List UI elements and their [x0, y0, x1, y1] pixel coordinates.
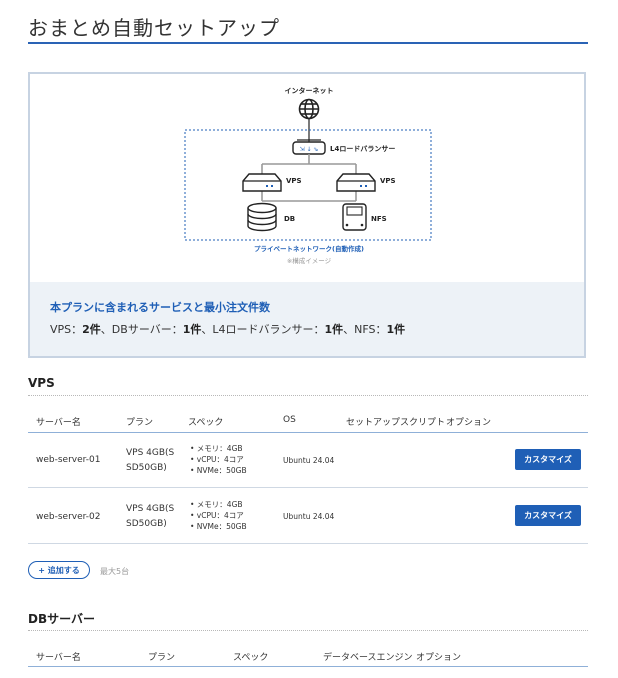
- vps1-label: VPS: [286, 177, 302, 185]
- col-spec: スペック: [233, 653, 269, 663]
- db-count: 1件: [182, 323, 202, 336]
- database-icon: [247, 202, 277, 232]
- spec-storage: • NVMe：50GB: [190, 522, 247, 531]
- plan-summary: 本プランに含まれるサービスと最小注文件数 VPS：2件、DBサーバー：1件、L4…: [50, 299, 405, 337]
- vps-server-icon: [336, 173, 376, 192]
- spec-storage: • NVMe：50GB: [190, 466, 247, 475]
- col-plan: プラン: [148, 653, 176, 663]
- lb-label: L4ロードバランサー: [330, 145, 395, 153]
- os-value: Ubuntu 24.04: [283, 456, 335, 465]
- nfs-count: 1件: [386, 323, 406, 336]
- plan-name-line: SD50GB): [126, 463, 167, 473]
- vps-server-icon: [242, 173, 282, 192]
- col-db-engine: データベースエンジン: [323, 653, 413, 663]
- page-title: おまとめ自動セットアップ: [28, 16, 280, 40]
- network-diagram: インターネット ⇲ ↓ ⇘ L4ロードバランサー VPS VPS DB NFS …: [30, 74, 584, 282]
- spec-memory: • メモリ：4GB: [190, 500, 243, 509]
- diagram-caption: ※構成イメージ: [287, 256, 332, 265]
- plan-summary-heading: 本プランに含まれるサービスと最小注文件数: [50, 301, 270, 314]
- server-name: web-server-02: [36, 512, 101, 522]
- col-setup-script: セットアップスクリプト: [346, 418, 446, 428]
- table-header-rule: [28, 432, 588, 433]
- customize-button[interactable]: カスタマイズ: [515, 449, 581, 470]
- row-divider: [28, 543, 588, 544]
- internet-label: インターネット: [285, 86, 334, 95]
- network-diagram-svg: インターネット ⇲ ↓ ⇘ L4ロードバランサー VPS VPS DB NFS …: [184, 86, 432, 265]
- svg-text:⇲ ↓ ⇘: ⇲ ↓ ⇘: [300, 146, 319, 153]
- plan-name: VPS 4GB(S SD50GB): [126, 446, 186, 476]
- spec-vcpu: • vCPU：4コア: [190, 455, 244, 464]
- private-network-label: プライベートネットワーク(自動作成): [254, 244, 364, 253]
- plan-summary-counts: VPS：2件、DBサーバー：1件、L4ロードバランサー：1件、NFS：1件: [50, 321, 405, 337]
- db-count-label: 、DBサーバー：: [100, 323, 183, 336]
- col-server-name: サーバー名: [36, 653, 81, 663]
- col-option: オプション: [446, 418, 492, 428]
- nfs-count-label: 、NFS：: [343, 323, 387, 336]
- plan-name-line: VPS 4GB(S: [126, 448, 175, 458]
- configuration-panel: インターネット ⇲ ↓ ⇘ L4ロードバランサー VPS VPS DB NFS …: [28, 72, 586, 358]
- vps2-label: VPS: [380, 177, 396, 185]
- col-plan: プラン: [126, 418, 154, 428]
- plan-name-line: SD50GB): [126, 519, 167, 529]
- section-divider: [28, 630, 588, 631]
- col-server-name: サーバー名: [36, 418, 81, 428]
- max-servers-note: 最大5台: [100, 567, 130, 576]
- plan-name-line: VPS 4GB(S: [126, 504, 175, 514]
- spec-list: • メモリ：4GB • vCPU：4コア • NVMe：50GB: [190, 499, 247, 532]
- os-value: Ubuntu 24.04: [283, 512, 335, 521]
- col-option: オプション: [416, 653, 462, 663]
- plan-name: VPS 4GB(S SD50GB): [126, 502, 186, 532]
- lb-count-label: 、L4ロードバランサー：: [201, 323, 325, 336]
- spec-list: • メモリ：4GB • vCPU：4コア • NVMe：50GB: [190, 443, 247, 476]
- spec-memory: • メモリ：4GB: [190, 444, 243, 453]
- db-section-heading: DBサーバー: [28, 612, 95, 626]
- nfs-label: NFS: [371, 215, 387, 223]
- vps-section-heading: VPS: [28, 376, 55, 390]
- vps-count: 2件: [82, 323, 101, 336]
- table-header-rule: [28, 666, 588, 667]
- row-divider: [28, 487, 588, 488]
- server-name: web-server-01: [36, 455, 101, 465]
- db-label: DB: [284, 215, 295, 223]
- nfs-storage-icon: [342, 203, 367, 231]
- lb-count: 1件: [324, 323, 344, 336]
- vps-count-label: VPS：: [50, 323, 83, 336]
- setup-page: おまとめ自動セットアップ インターネット ⇲ ↓ ⇘ L4ロードバランサー VP…: [0, 0, 618, 678]
- spec-vcpu: • vCPU：4コア: [190, 511, 244, 520]
- col-os: OS: [283, 415, 296, 425]
- section-divider: [28, 395, 588, 396]
- title-underline: [28, 42, 588, 44]
- add-server-button[interactable]: + 追加する: [28, 561, 90, 579]
- col-spec: スペック: [188, 418, 224, 428]
- customize-button[interactable]: カスタマイズ: [515, 505, 581, 526]
- load-balancer-icon: ⇲ ↓ ⇘: [292, 139, 326, 155]
- globe-icon: [298, 98, 320, 120]
